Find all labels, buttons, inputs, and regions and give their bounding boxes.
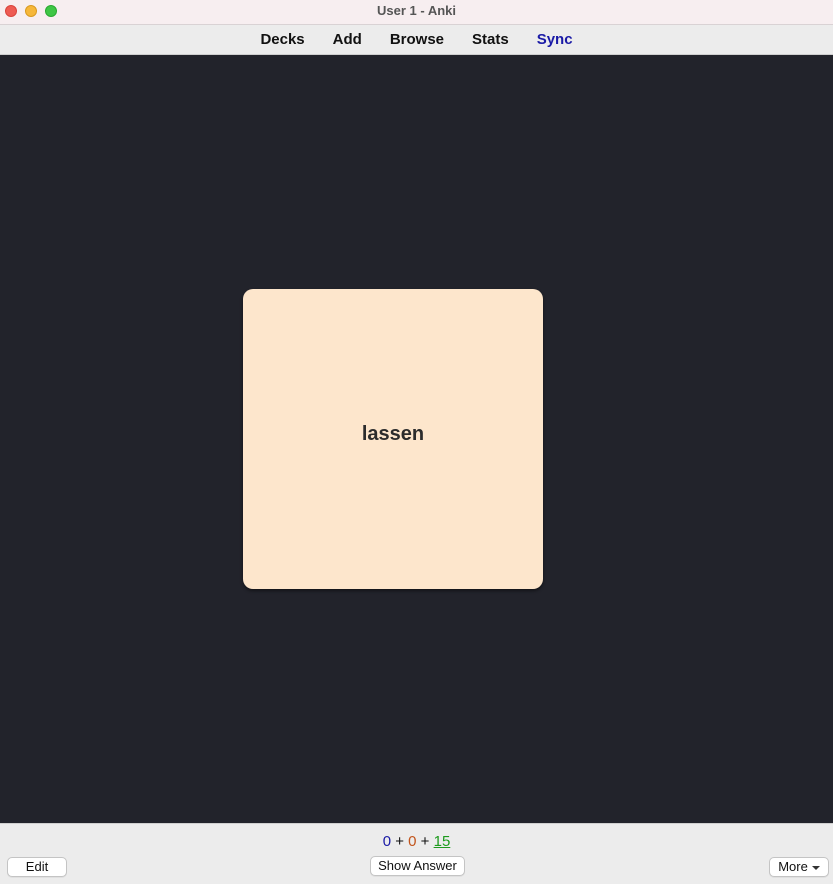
edit-button[interactable]: Edit <box>7 857 67 877</box>
show-answer-button[interactable]: Show Answer <box>370 856 465 876</box>
toolbar-links: Decks Add Browse Stats Sync <box>0 31 833 48</box>
review-count: 15 <box>433 833 451 850</box>
count-separator: + <box>420 833 430 850</box>
count-separator: + <box>395 833 404 850</box>
title-bar: User 1 - Anki <box>0 0 833 25</box>
review-area: lassen <box>0 55 833 823</box>
toolbar-stats-link[interactable]: Stats <box>458 31 523 48</box>
flashcard: lassen <box>243 289 543 589</box>
new-count: 0 <box>382 833 392 850</box>
more-button-label: More <box>778 859 808 874</box>
anki-window: User 1 - Anki Decks Add Browse Stats Syn… <box>0 0 833 884</box>
learning-count: 0 <box>408 833 417 850</box>
toolbar-browse-link[interactable]: Browse <box>376 31 458 48</box>
window-title: User 1 - Anki <box>377 3 456 18</box>
main-toolbar: Decks Add Browse Stats Sync <box>0 25 833 55</box>
chevron-down-icon <box>811 865 820 870</box>
more-button[interactable]: More <box>769 857 829 877</box>
toolbar-add-link[interactable]: Add <box>319 31 376 48</box>
card-front-text: lassen <box>361 422 425 445</box>
bottom-bar: 0 + 0 + 15 Edit Show Answer More <box>0 823 833 884</box>
toolbar-sync-link[interactable]: Sync <box>523 31 587 48</box>
due-counts: 0 + 0 + 15 <box>0 833 833 850</box>
toolbar-decks-link[interactable]: Decks <box>246 31 318 48</box>
